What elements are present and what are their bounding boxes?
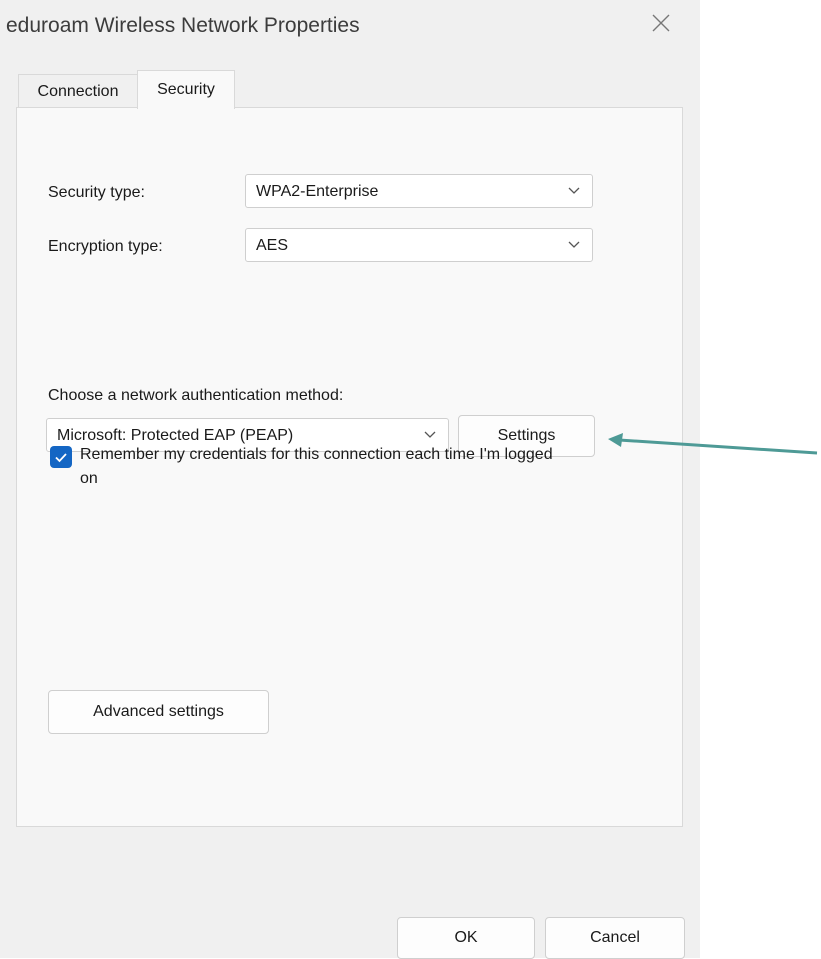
chevron-down-icon (568, 241, 580, 248)
remember-credentials-label: Remember my credentials for this connect… (80, 446, 553, 487)
encryption-type-value: AES (256, 237, 289, 254)
checkmark-icon (55, 453, 67, 463)
auth-method-label: Choose a network authentication method: (48, 387, 344, 404)
tab-connection[interactable]: Connection (18, 74, 138, 109)
arrow-left-icon (608, 433, 818, 455)
security-type-dropdown[interactable]: WPA2-Enterprise (245, 174, 593, 208)
encryption-type-dropdown[interactable]: AES (245, 228, 593, 262)
chevron-down-icon (568, 187, 580, 194)
chevron-down-icon (424, 431, 436, 438)
security-type-value: WPA2-Enterprise (256, 183, 379, 200)
remember-credentials-checkbox[interactable] (50, 446, 72, 468)
window-title: eduroam Wireless Network Properties (6, 14, 360, 37)
dialog-window: eduroam Wireless Network Properties Conn… (0, 0, 700, 959)
tab-security[interactable]: Security (137, 70, 235, 109)
security-type-label: Security type: (48, 184, 145, 201)
close-icon[interactable] (650, 12, 672, 34)
ok-button[interactable]: OK (397, 917, 535, 959)
encryption-type-label: Encryption type: (48, 238, 163, 255)
advanced-settings-button[interactable]: Advanced settings (48, 690, 269, 734)
cancel-button[interactable]: Cancel (545, 917, 685, 959)
